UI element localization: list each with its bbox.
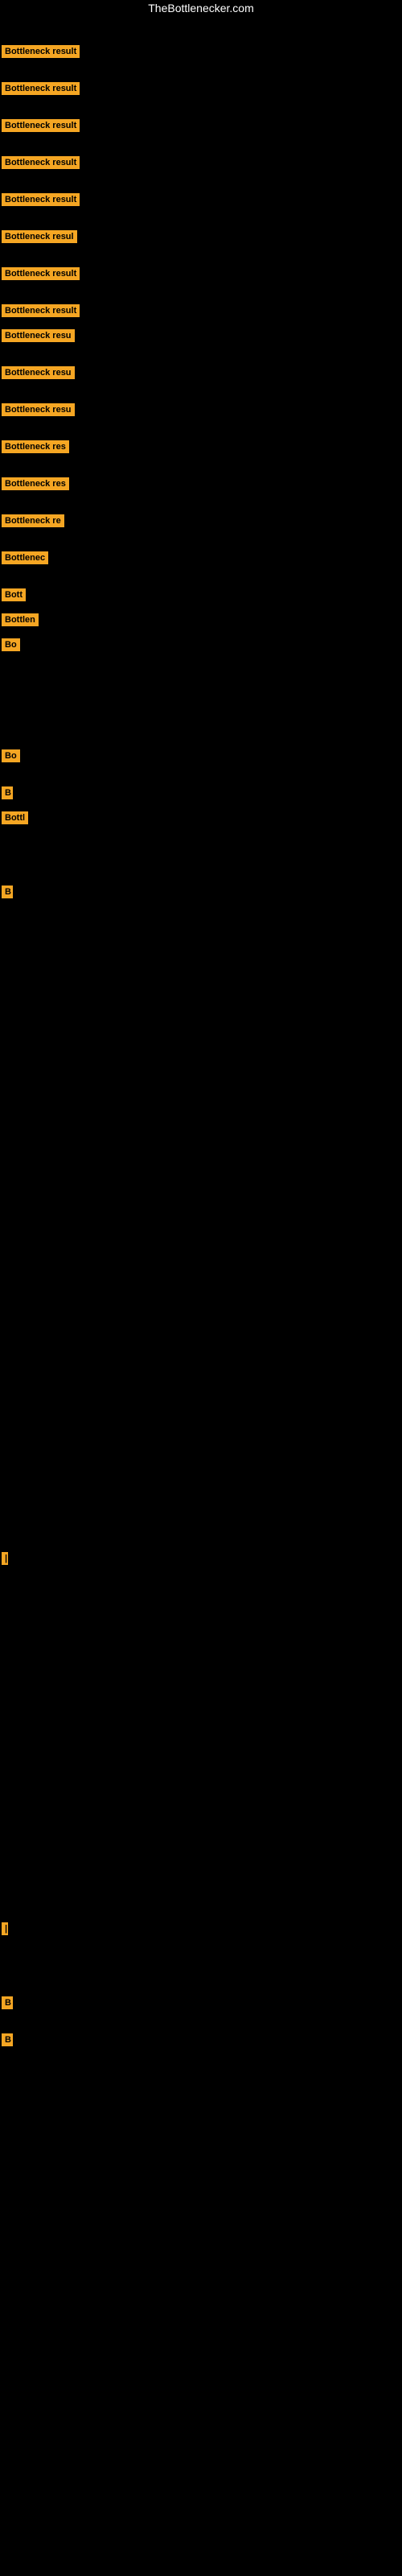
bottleneck-result-label-22: B xyxy=(2,786,13,799)
bottleneck-result-label-7: Bottleneck result xyxy=(2,267,80,280)
bottleneck-result-label-11: Bottleneck resu xyxy=(2,403,75,416)
bottleneck-result-label-43: | xyxy=(2,1552,8,1565)
bottleneck-result-label-13: Bottleneck res xyxy=(2,477,69,490)
bottleneck-result-label-3: Bottleneck result xyxy=(2,119,80,132)
bottleneck-result-label-16: Bott xyxy=(2,588,26,601)
bottleneck-result-label-1: Bottleneck result xyxy=(2,45,80,58)
bottleneck-result-label-12: Bottleneck res xyxy=(2,440,69,453)
bottleneck-result-label-14: Bottleneck re xyxy=(2,514,64,527)
bottleneck-result-label-10: Bottleneck resu xyxy=(2,366,75,379)
bottleneck-result-label-21: Bo xyxy=(2,749,20,762)
bottleneck-result-label-6: Bottleneck resul xyxy=(2,230,77,243)
bottleneck-result-label-9: Bottleneck resu xyxy=(2,329,75,342)
site-title: TheBottlenecker.com xyxy=(0,0,402,16)
bottleneck-result-label-8: Bottleneck result xyxy=(2,304,80,317)
bottleneck-result-label-4: Bottleneck result xyxy=(2,156,80,169)
bottleneck-result-label-18: Bo xyxy=(2,638,20,651)
bottleneck-result-label-15: Bottlenec xyxy=(2,551,48,564)
bottleneck-result-label-5: Bottleneck result xyxy=(2,193,80,206)
bottleneck-result-label-25: B xyxy=(2,886,13,898)
bottleneck-result-label-53: | xyxy=(2,1922,8,1935)
bottleneck-result-label-55: B xyxy=(2,1996,13,2009)
bottleneck-result-label-56: B xyxy=(2,2033,13,2046)
bottleneck-result-label-23: Bottl xyxy=(2,811,28,824)
bottleneck-result-label-17: Bottlen xyxy=(2,613,39,626)
bottleneck-result-label-2: Bottleneck result xyxy=(2,82,80,95)
